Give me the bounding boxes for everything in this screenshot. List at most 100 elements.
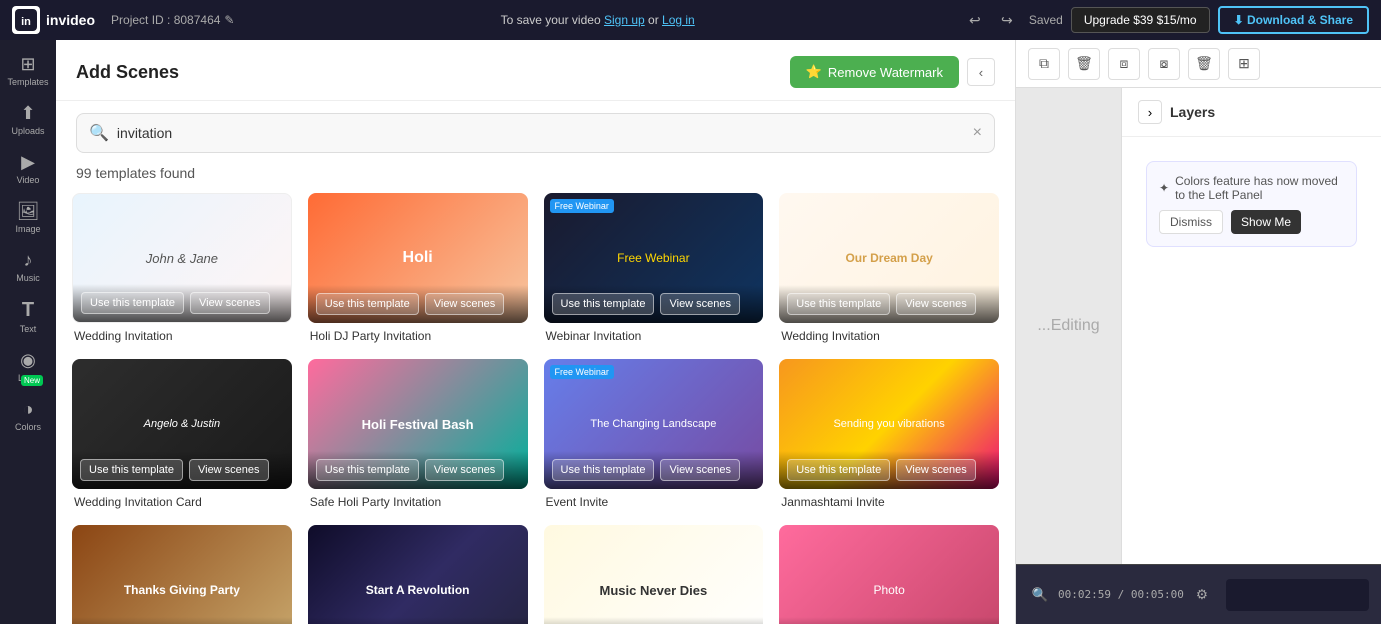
template-thumb-t8: Sending you vibrationsUse this templateV… bbox=[779, 359, 999, 489]
timeline-track[interactable] bbox=[1226, 579, 1369, 611]
use-template-button-t5[interactable]: Use this template bbox=[80, 459, 183, 481]
view-scenes-button-t1[interactable]: View scenes bbox=[190, 292, 270, 314]
undo-button[interactable]: ↩ bbox=[961, 6, 989, 34]
template-card-t6[interactable]: Holi Festival BashUse this templateView … bbox=[308, 359, 528, 509]
sidebar-item-uploads[interactable]: ⬆ Uploads bbox=[0, 97, 56, 142]
redo-button[interactable]: ↪ bbox=[993, 6, 1021, 34]
right-toolbar: ⧉ 🗑 ⧈ ⧇ 🗑 ⊞ bbox=[1016, 40, 1381, 88]
search-icon: 🔍 bbox=[89, 123, 109, 143]
use-template-button-t3[interactable]: Use this template bbox=[552, 293, 655, 315]
view-scenes-button-t7[interactable]: View scenes bbox=[660, 459, 740, 481]
sidebar-item-templates[interactable]: ⊞ Templates bbox=[0, 48, 56, 93]
template-card-t4[interactable]: Our Dream DayUse this templateView scene… bbox=[779, 193, 999, 343]
toolbar-delete-button[interactable]: 🗑 bbox=[1068, 48, 1100, 80]
timeline-settings-button[interactable]: ⚙ bbox=[1190, 583, 1214, 607]
toolbar-align-button[interactable]: ⧈ bbox=[1108, 48, 1140, 80]
download-icon: ⬇ bbox=[1234, 13, 1247, 27]
view-scenes-button-t4[interactable]: View scenes bbox=[896, 293, 976, 315]
undo-redo-group: ↩ ↪ bbox=[961, 6, 1021, 34]
video-icon: ▶ bbox=[21, 152, 35, 173]
collapse-panel-button[interactable]: ‹ bbox=[967, 58, 995, 86]
layers-toggle-button[interactable]: › bbox=[1138, 100, 1162, 124]
view-scenes-button-t3[interactable]: View scenes bbox=[660, 293, 740, 315]
timeline-zoom-button[interactable]: 🔍 bbox=[1028, 583, 1052, 607]
template-name-t6: Safe Holi Party Invitation bbox=[308, 495, 528, 509]
thumb-overlay-t5: Use this template View scenes bbox=[72, 451, 292, 489]
toolbar-copy-button[interactable]: ⧉ bbox=[1028, 48, 1060, 80]
upgrade-button[interactable]: Upgrade $39 $15/mo bbox=[1071, 7, 1210, 33]
template-card-t7[interactable]: The Changing LandscapeFree WebinarUse th… bbox=[544, 359, 764, 509]
use-template-button-t4[interactable]: Use this template bbox=[787, 293, 890, 315]
add-scenes-panel: Add Scenes ⭐ Remove Watermark ‹ 🔍 × 99 t… bbox=[56, 40, 1016, 624]
sidebar-item-video[interactable]: ▶ Video bbox=[0, 146, 56, 191]
sidebar-item-image[interactable]: 🖼 Image bbox=[0, 195, 56, 240]
show-me-button[interactable]: Show Me bbox=[1231, 210, 1301, 234]
logo-area: in invideo bbox=[12, 6, 95, 34]
template-name-t2: Holi DJ Party Invitation bbox=[308, 329, 528, 343]
svg-text:in: in bbox=[21, 16, 31, 28]
timeline-time: 00:02:59 / 00:05:00 bbox=[1058, 588, 1184, 601]
templates-icon: ⊞ bbox=[20, 54, 35, 75]
template-card-t11[interactable]: Music Never DiesUse this templateView sc… bbox=[544, 525, 764, 624]
sidebar-label-text: Text bbox=[20, 324, 37, 334]
template-card-t3[interactable]: Free WebinarFree WebinarUse this templat… bbox=[544, 193, 764, 343]
sidebar-label-music: Music bbox=[16, 273, 40, 283]
template-card-t5[interactable]: Angelo & JustinUse this templateView sce… bbox=[72, 359, 292, 509]
template-card-t12[interactable]: PhotoUse this templateView scenesPhoto I… bbox=[779, 525, 999, 624]
login-link[interactable]: Log in bbox=[662, 13, 695, 27]
saved-status: Saved bbox=[1029, 13, 1063, 27]
template-card-t10[interactable]: Start A RevolutionUse this templateView … bbox=[308, 525, 528, 624]
sidebar-item-colors[interactable]: ◑ Colors bbox=[0, 393, 56, 438]
sidebar-item-text[interactable]: T Text bbox=[0, 293, 56, 340]
notification-actions: Dismiss Show Me bbox=[1159, 210, 1344, 234]
template-card-t2[interactable]: HoliUse this templateView scenesHoli DJ … bbox=[308, 193, 528, 343]
dismiss-button[interactable]: Dismiss bbox=[1159, 210, 1223, 234]
use-template-button-t1[interactable]: Use this template bbox=[81, 292, 184, 314]
template-thumb-t6: Holi Festival BashUse this templateView … bbox=[308, 359, 528, 489]
colors-icon: ◑ bbox=[23, 399, 34, 420]
use-template-button-t7[interactable]: Use this template bbox=[552, 459, 655, 481]
view-scenes-button-t2[interactable]: View scenes bbox=[425, 293, 505, 315]
toolbar-grid-button[interactable]: ⊞ bbox=[1228, 48, 1260, 80]
project-id: Project ID : 8087464 ✎ bbox=[111, 13, 234, 27]
template-card-t8[interactable]: Sending you vibrationsUse this templateV… bbox=[779, 359, 999, 509]
template-name-t5: Wedding Invitation Card bbox=[72, 495, 292, 509]
toolbar-trash-button[interactable]: 🗑 bbox=[1188, 48, 1220, 80]
music-icon: ♪ bbox=[24, 250, 33, 271]
use-template-button-t2[interactable]: Use this template bbox=[316, 293, 419, 315]
template-name-t4: Wedding Invitation bbox=[779, 329, 999, 343]
template-card-t1[interactable]: John & JaneUse this templateView scenesW… bbox=[72, 193, 292, 343]
star-icon: ⭐ bbox=[806, 64, 822, 80]
view-scenes-button-t5[interactable]: View scenes bbox=[189, 459, 269, 481]
panel-header: Add Scenes ⭐ Remove Watermark ‹ bbox=[56, 40, 1015, 101]
layers-panel: › Layers ✦ Colors feature has now moved … bbox=[1121, 88, 1381, 564]
view-scenes-button-t6[interactable]: View scenes bbox=[425, 459, 505, 481]
clear-search-button[interactable]: × bbox=[973, 124, 982, 142]
sidebar-item-music[interactable]: ♪ Music bbox=[0, 244, 56, 289]
template-name-t8: Janmashtami Invite bbox=[779, 495, 999, 509]
view-scenes-button-t8[interactable]: View scenes bbox=[896, 459, 976, 481]
edit-icon[interactable]: ✎ bbox=[224, 13, 234, 27]
topbar-center: To save your video Sign up or Log in bbox=[250, 13, 944, 27]
search-input[interactable] bbox=[117, 125, 965, 141]
download-share-button[interactable]: ⬇ Download & Share bbox=[1218, 6, 1369, 34]
panel-title: Add Scenes bbox=[76, 62, 179, 83]
template-card-t9[interactable]: Thanks Giving PartyUse this templateView… bbox=[72, 525, 292, 624]
template-thumb-t12: PhotoUse this templateView scenes bbox=[779, 525, 999, 624]
main-layout: ⊞ Templates ⬆ Uploads ▶ Video 🖼 Image ♪ … bbox=[0, 40, 1381, 624]
logo-icon2: ◉ bbox=[20, 350, 36, 371]
layers-title: Layers bbox=[1170, 104, 1215, 120]
template-thumb-t10: Start A RevolutionUse this templateView … bbox=[308, 525, 528, 624]
use-template-button-t6[interactable]: Use this template bbox=[316, 459, 419, 481]
timeline: 🔍 00:02:59 / 00:05:00 ⚙ bbox=[1016, 564, 1381, 624]
toolbar-crop-button[interactable]: ⧇ bbox=[1148, 48, 1180, 80]
logo-icon: in bbox=[12, 6, 40, 34]
template-name-t3: Webinar Invitation bbox=[544, 329, 764, 343]
template-thumb-t5: Angelo & JustinUse this templateView sce… bbox=[72, 359, 292, 489]
use-template-button-t8[interactable]: Use this template bbox=[787, 459, 890, 481]
remove-watermark-button[interactable]: ⭐ Remove Watermark bbox=[790, 56, 959, 88]
text-icon: T bbox=[22, 299, 34, 322]
signup-link[interactable]: Sign up bbox=[604, 13, 645, 27]
canvas-area: ...Editing bbox=[1016, 88, 1121, 564]
colors-notification: ✦ Colors feature has now moved to the Le… bbox=[1146, 161, 1357, 247]
